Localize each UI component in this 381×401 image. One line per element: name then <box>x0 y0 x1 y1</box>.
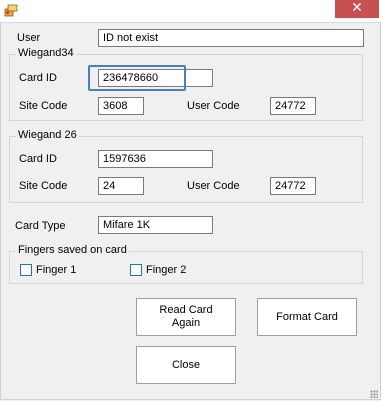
app-icon <box>4 4 18 17</box>
wiegand34-title: Wiegand34 <box>16 47 76 59</box>
finger1-checkbox[interactable] <box>20 264 32 276</box>
w26-card-id-field[interactable]: 1597636 <box>98 150 213 168</box>
resize-grip[interactable] <box>370 390 378 398</box>
close-button[interactable]: Close <box>136 346 236 384</box>
finger2-label[interactable]: Finger 2 <box>146 264 186 276</box>
format-card-button[interactable]: Format Card <box>257 298 357 336</box>
w26-user-code-label: User Code <box>187 180 240 192</box>
read-card-again-button[interactable]: Read Card Again <box>136 298 236 336</box>
title-bar: ✕ <box>0 0 381 23</box>
format-card-label: Format Card <box>276 310 338 323</box>
w34-card-id-label: Card ID <box>19 72 57 84</box>
w34-user-code-label: User Code <box>187 100 240 112</box>
window-close-button[interactable]: ✕ <box>335 0 379 18</box>
w26-site-code-label: Site Code <box>19 180 68 192</box>
close-label: Close <box>171 358 201 371</box>
w34-user-code-field[interactable]: 24772 <box>270 97 316 115</box>
user-label: User <box>17 32 41 44</box>
w34-site-code-field[interactable]: 3608 <box>98 97 144 115</box>
w26-user-code-field[interactable]: 24772 <box>270 177 316 195</box>
card-type-label: Card Type <box>15 220 66 232</box>
card-type-field[interactable]: Mifare 1K <box>98 216 213 234</box>
wiegand26-title: Wiegand 26 <box>16 129 79 141</box>
card-id-highlight <box>88 65 186 91</box>
finger1-label[interactable]: Finger 1 <box>36 264 76 276</box>
w26-site-code-field[interactable]: 24 <box>98 177 144 195</box>
read-card-again-line1: Read Card <box>159 304 213 316</box>
w26-card-id-label: Card ID <box>19 153 57 165</box>
finger2-checkbox[interactable] <box>130 264 142 276</box>
close-icon: ✕ <box>351 0 363 16</box>
user-field[interactable]: ID not exist <box>98 29 364 47</box>
fingers-title: Fingers saved on card <box>16 244 129 256</box>
read-card-again-line2: Again <box>171 317 201 329</box>
w34-site-code-label: Site Code <box>19 100 68 112</box>
